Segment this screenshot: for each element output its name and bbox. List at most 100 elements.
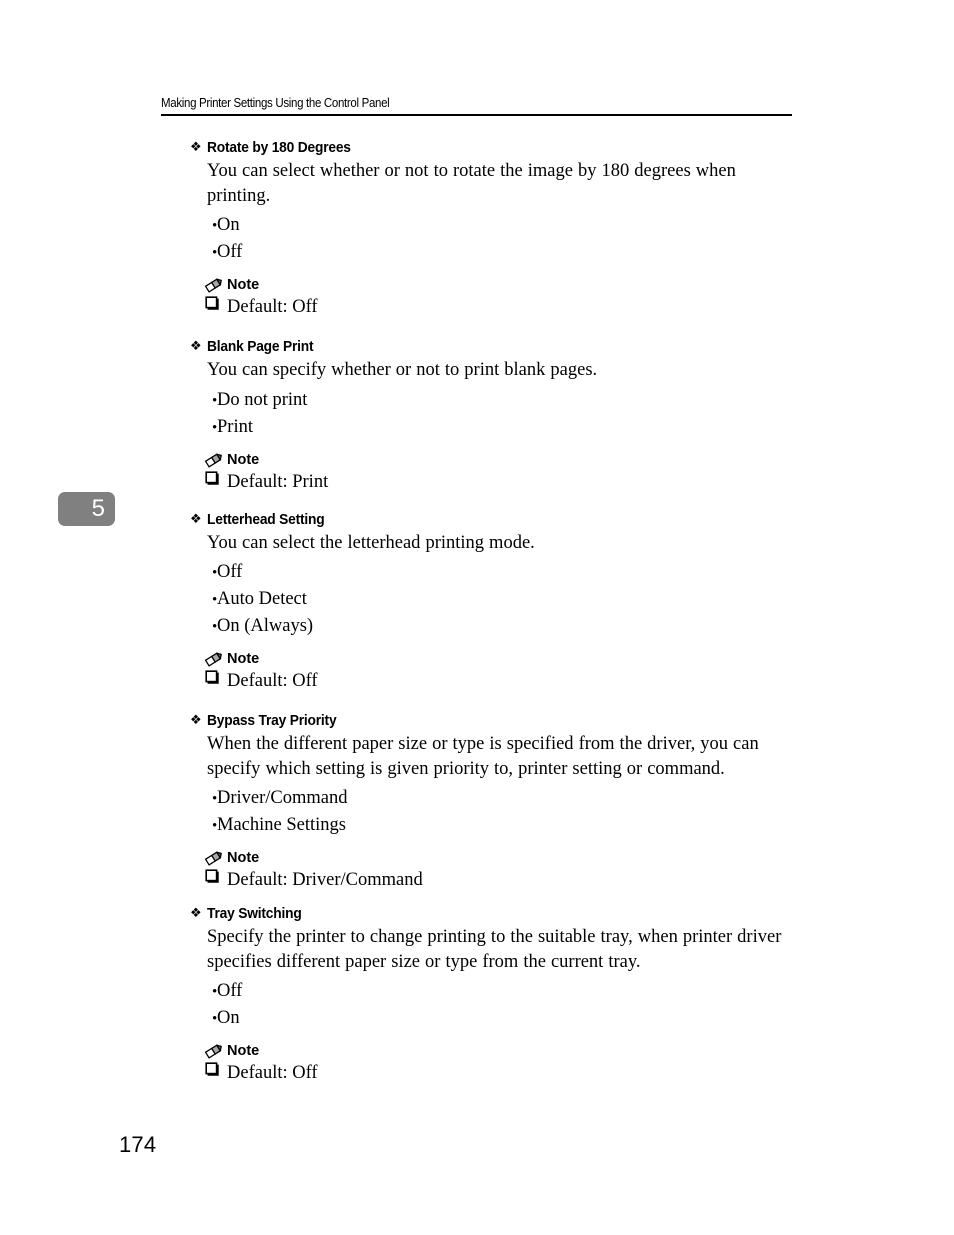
pencil-icon <box>204 277 224 293</box>
note-block: Note Default: Off <box>204 650 792 693</box>
note-item-text: Default: Driver/Command <box>227 870 423 890</box>
list-item: • Driver/Command <box>190 785 792 812</box>
pencil-icon <box>204 452 224 468</box>
section-heading: ❖ Letterhead Setting <box>190 510 792 530</box>
note-title: Note <box>204 276 792 294</box>
section-heading: ❖ Tray Switching <box>190 904 792 924</box>
diamond-bullet-icon: ❖ <box>190 713 202 728</box>
note-item-text: Default: Off <box>227 671 318 691</box>
list-item: Default: Print <box>204 470 792 494</box>
option-list: • Driver/Command • Machine Settings <box>190 785 792 839</box>
option-label: Driver/Command <box>217 788 348 808</box>
chapter-tab-number: 5 <box>91 495 105 522</box>
section-heading: ❖ Blank Page Print <box>190 337 792 357</box>
note-block: Note Default: Print <box>204 451 792 494</box>
open-square-icon <box>204 469 227 487</box>
list-item: • On <box>190 212 792 239</box>
option-label: Off <box>217 242 243 262</box>
list-item: • Print <box>190 414 792 441</box>
running-header: Making Printer Settings Using the Contro… <box>161 96 792 116</box>
section-title: Letterhead Setting <box>207 511 325 528</box>
note-item-text: Default: Off <box>227 1063 318 1083</box>
list-item: • Machine Settings <box>190 812 792 839</box>
round-bullet-icon: • <box>212 818 218 834</box>
list-item: • Off <box>190 559 792 586</box>
note-title: Note <box>204 1042 792 1060</box>
page-content: ❖ Rotate by 180 Degrees You can select w… <box>190 138 792 1085</box>
note-label: Note <box>227 277 260 293</box>
note-item-list: Default: Off <box>204 295 792 319</box>
note-title: Note <box>204 650 792 668</box>
section-title: Tray Switching <box>207 906 302 922</box>
option-label: Off <box>217 562 243 582</box>
option-label: Machine Settings <box>217 815 346 835</box>
open-square-icon <box>204 867 227 885</box>
section-description: Specify the printer to change printing t… <box>207 927 782 972</box>
note-item-list: Default: Print <box>204 470 792 494</box>
note-label: Note <box>227 651 260 667</box>
diamond-bullet-icon: ❖ <box>190 339 202 354</box>
list-item: Default: Driver/Command <box>204 868 792 892</box>
option-label: Off <box>217 981 243 1001</box>
list-item: • On (Always) <box>190 613 792 640</box>
list-item: • Do not print <box>190 387 792 414</box>
option-list: • Off • On <box>190 978 792 1032</box>
section-title: Blank Page Print <box>207 339 314 355</box>
diamond-bullet-icon: ❖ <box>190 906 202 921</box>
note-label: Note <box>227 451 260 468</box>
option-label: Auto Detect <box>217 589 307 609</box>
option-label: Do not print <box>217 389 308 410</box>
option-label: On <box>217 215 240 235</box>
section-rotate-by-180-degrees: ❖ Rotate by 180 Degrees You can select w… <box>190 138 792 319</box>
list-item: • Auto Detect <box>190 586 792 613</box>
section-letterhead-setting: ❖ Letterhead Setting You can select the … <box>190 510 792 694</box>
list-item: Default: Off <box>204 295 792 319</box>
list-item: • Off <box>190 978 792 1005</box>
option-label: On (Always) <box>217 616 314 636</box>
option-list: • Do not print • Print <box>190 387 792 441</box>
diamond-bullet-icon: ❖ <box>190 511 202 527</box>
section-title: Bypass Tray Priority <box>207 713 337 729</box>
section-heading: ❖ Rotate by 180 Degrees <box>190 138 792 158</box>
pencil-icon <box>204 651 224 667</box>
round-bullet-icon: • <box>212 245 218 261</box>
running-header-text: Making Printer Settings Using the Contro… <box>161 96 390 110</box>
section-description: You can select the letterhead printing m… <box>207 532 535 553</box>
note-item-list: Default: Driver/Command <box>204 868 792 892</box>
section-bypass-tray-priority: ❖ Bypass Tray Priority When the differen… <box>190 711 792 892</box>
list-item: • Off <box>190 239 792 266</box>
section-description: You can specify whether or not to print … <box>207 360 598 380</box>
option-label: On <box>217 1008 240 1028</box>
list-item: Default: Off <box>204 1061 792 1085</box>
pencil-icon <box>204 1043 224 1059</box>
open-square-icon <box>204 1060 227 1078</box>
round-bullet-icon: • <box>212 1011 218 1027</box>
round-bullet-icon: • <box>212 419 218 436</box>
note-label: Note <box>227 850 260 866</box>
round-bullet-icon: • <box>212 619 218 635</box>
section-tray-switching: ❖ Tray Switching Specify the printer to … <box>190 904 792 1085</box>
round-bullet-icon: • <box>212 392 218 409</box>
header-rule <box>161 114 792 116</box>
list-item: Default: Off <box>204 669 792 693</box>
open-square-icon <box>204 668 227 686</box>
section-description: When the different paper size or type is… <box>207 734 759 779</box>
note-item-list: Default: Off <box>204 1061 792 1085</box>
note-label: Note <box>227 1043 260 1059</box>
pencil-icon <box>204 850 224 866</box>
note-item-text: Default: Print <box>227 471 329 492</box>
option-label: Print <box>217 416 253 437</box>
note-block: Note Default: Driver/Command <box>204 849 792 892</box>
open-square-icon <box>204 294 227 312</box>
round-bullet-icon: • <box>212 218 218 234</box>
note-block: Note Default: Off <box>204 1042 792 1085</box>
diamond-bullet-icon: ❖ <box>190 140 202 155</box>
round-bullet-icon: • <box>212 984 218 1000</box>
section-title: Rotate by 180 Degrees <box>207 140 351 156</box>
option-list: • On • Off <box>190 212 792 266</box>
note-item-list: Default: Off <box>204 669 792 693</box>
